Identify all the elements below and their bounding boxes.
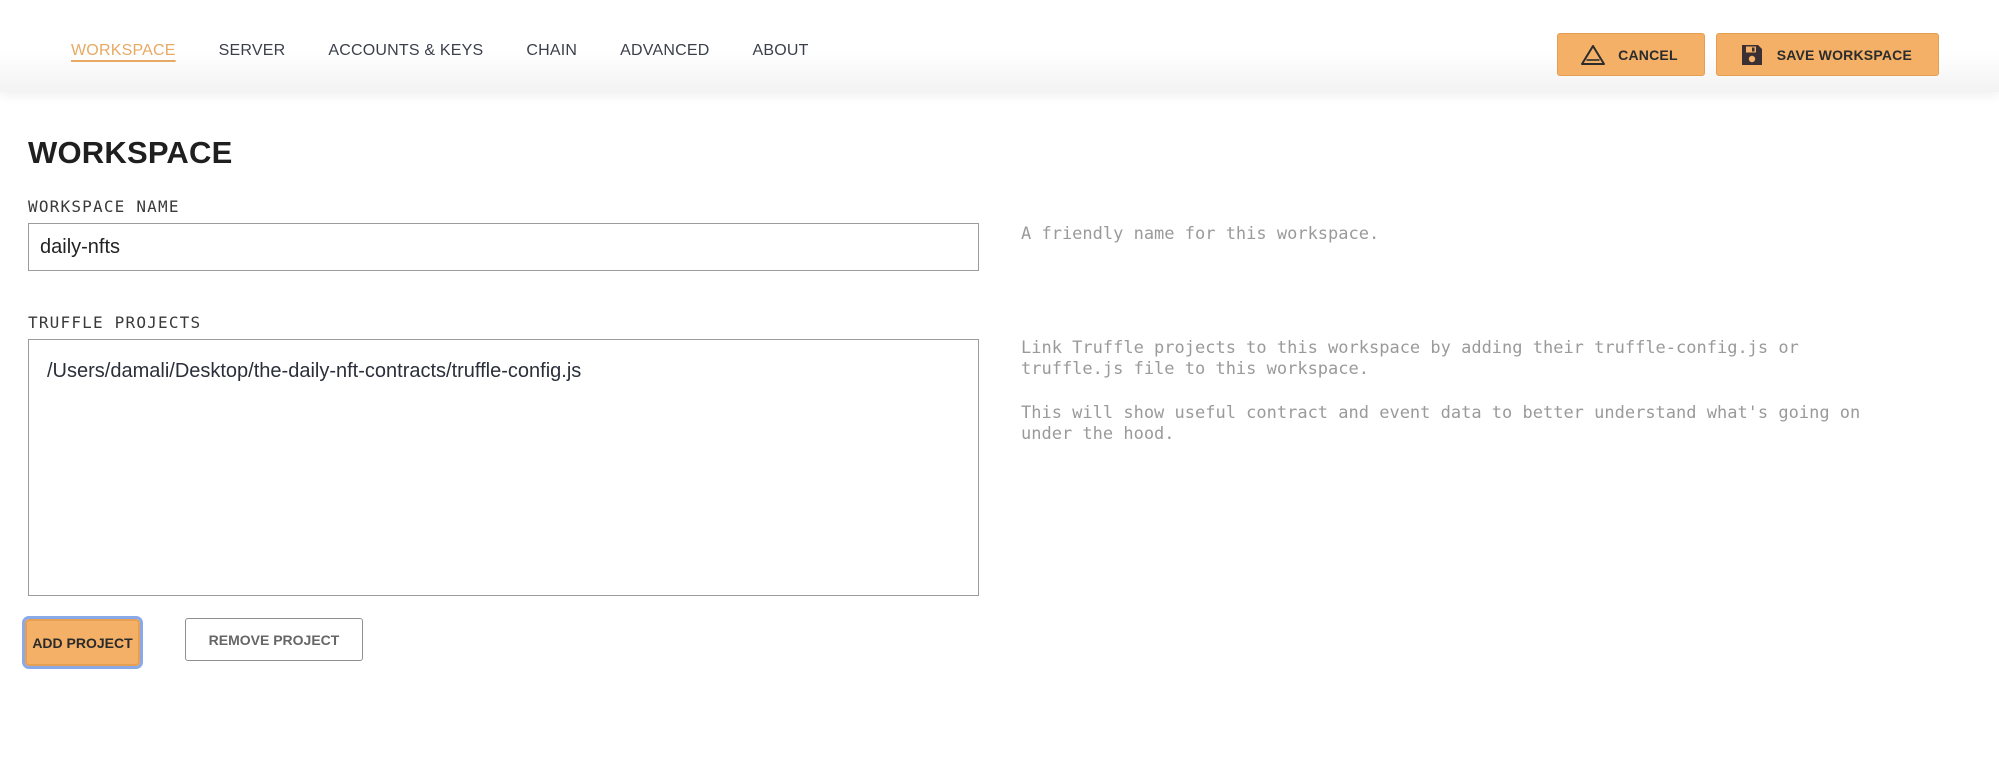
tab-server[interactable]: SERVER: [219, 42, 286, 60]
list-item[interactable]: /Users/damali/Desktop/the-daily-nft-cont…: [47, 360, 960, 383]
cancel-button[interactable]: CANCEL: [1557, 33, 1705, 76]
save-workspace-label: SAVE WORKSPACE: [1776, 46, 1912, 63]
truffle-projects-help-1: Link Truffle projects to this workspace …: [1021, 338, 1799, 379]
workspace-name-help: A friendly name for this workspace.: [1021, 224, 1380, 244]
main-content: WORKSPACE WORKSPACE NAME daily-nfts A fr…: [22, 135, 1948, 669]
truffle-projects-list[interactable]: /Users/damali/Desktop/the-daily-nft-cont…: [28, 339, 979, 596]
cancel-label: CANCEL: [1618, 46, 1678, 63]
tab-accounts-keys[interactable]: ACCOUNTS & KEYS: [328, 42, 483, 60]
settings-nav: WORKSPACE SERVER ACCOUNTS & KEYS CHAIN A…: [71, 42, 852, 60]
floppy-disk-icon: [1739, 43, 1765, 67]
workspace-name-label: WORKSPACE NAME: [28, 197, 180, 216]
tab-chain[interactable]: CHAIN: [526, 42, 577, 60]
truffle-projects-help-2: This will show useful contract and event…: [1021, 403, 1861, 444]
top-actions: CANCEL SAVE WORKSPACE: [1557, 33, 1939, 76]
save-workspace-button[interactable]: SAVE WORKSPACE: [1715, 33, 1939, 76]
tab-about[interactable]: ABOUT: [753, 42, 809, 60]
add-project-button[interactable]: ADD PROJECT: [22, 616, 143, 669]
tab-workspace[interactable]: WORKSPACE: [71, 42, 176, 60]
top-bar: WORKSPACE SERVER ACCOUNTS & KEYS CHAIN A…: [0, 0, 1999, 92]
remove-project-button[interactable]: REMOVE PROJECT: [185, 618, 363, 661]
page-title: WORKSPACE: [28, 135, 233, 170]
truffle-projects-label: TRUFFLE PROJECTS: [28, 313, 202, 332]
warning-triangle-icon: [1580, 43, 1606, 67]
tab-advanced[interactable]: ADVANCED: [620, 42, 709, 60]
workspace-name-input[interactable]: daily-nfts: [28, 223, 979, 271]
